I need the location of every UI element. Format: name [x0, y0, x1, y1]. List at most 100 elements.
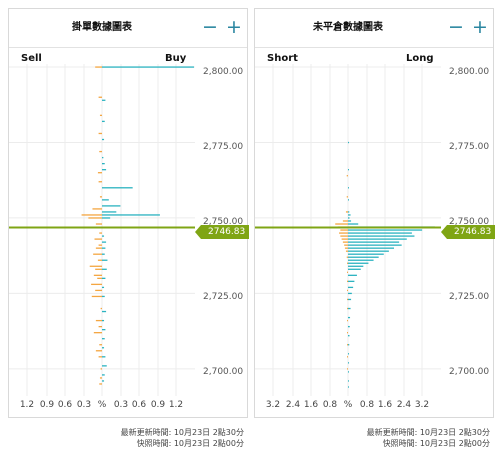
bar-right: [102, 310, 107, 313]
bar-left: [98, 132, 102, 135]
bar-left: [342, 241, 348, 243]
bar-left: [99, 232, 102, 234]
bar-right: [102, 235, 105, 237]
bar-right: [348, 217, 350, 219]
bar-left: [344, 247, 348, 249]
x-tick-label: 3.2: [414, 400, 430, 410]
bar-right: [348, 247, 394, 249]
bar-right: [102, 205, 121, 207]
bar-left: [95, 268, 102, 270]
last-update-time: 最新更新時間: 10月23日 2點30分: [120, 428, 244, 437]
positions-panel-header: 未平倉數據圖表 − +: [255, 9, 493, 48]
bar-left: [345, 211, 348, 213]
bar-left: [347, 332, 348, 334]
bar-right: [102, 187, 133, 189]
zoom-out-button[interactable]: −: [199, 17, 221, 39]
bar-right: [102, 214, 160, 216]
bar-right: [102, 374, 105, 376]
bar-left: [98, 96, 102, 98]
y-tick-label: 2,700.00: [203, 367, 244, 377]
bar-right: [348, 211, 350, 213]
x-tick-label: 1.2: [168, 400, 184, 410]
x-tick-label: %: [97, 400, 107, 410]
bar-left: [95, 66, 102, 68]
bar-left: [347, 262, 348, 264]
bar-right: [348, 256, 379, 258]
bar-right: [348, 250, 389, 252]
zoom-in-button[interactable]: +: [223, 17, 245, 39]
bar-right: [348, 371, 349, 373]
bar-right: [102, 259, 108, 261]
bar-left: [340, 235, 348, 237]
bar-left: [99, 344, 102, 346]
current-price-tag: 2746.83: [194, 225, 250, 239]
bar-right: [348, 229, 423, 231]
bar-left: [347, 298, 348, 301]
bar-right: [102, 356, 106, 358]
y-tick-label: 2,800.00: [449, 67, 490, 77]
bar-left: [91, 295, 102, 298]
bar-left: [100, 368, 102, 370]
bar-left: [98, 244, 102, 246]
long-label: Long: [406, 53, 434, 64]
bar-left: [335, 223, 348, 225]
bar-left: [99, 196, 102, 198]
y-tick-label: 2,700.00: [449, 367, 490, 377]
orders-panel-title: 掛單數據圖表: [72, 22, 132, 33]
bar-left: [346, 196, 348, 198]
bar-right: [348, 262, 369, 264]
bar-right: [348, 362, 350, 364]
bar-left: [347, 280, 348, 283]
bar-left: [88, 217, 102, 219]
positions-chart-panel: 未平倉數據圖表 − + Short Long 3.2 2.4 1.6 0.8 %…: [254, 8, 496, 418]
bar-right: [348, 214, 351, 216]
y-tick-label: 2,775.00: [449, 142, 490, 152]
bar-right: [102, 253, 105, 255]
bar-right: [348, 141, 349, 144]
bar-right: [102, 319, 105, 322]
bar-right: [348, 220, 352, 222]
bar-left: [95, 289, 102, 292]
bar-left: [346, 175, 348, 177]
orders-plot: [9, 64, 195, 396]
bar-right: [102, 241, 107, 243]
x-tick-label: 0.3: [113, 400, 129, 410]
bar-left: [347, 307, 348, 310]
bar-left: [98, 325, 102, 328]
bar-right: [348, 335, 350, 337]
y-tick-label: 2,725.00: [449, 292, 490, 302]
bar-right: [102, 120, 105, 123]
buy-label: Buy: [165, 53, 187, 64]
orders-panel-header: 掛單數據圖表 − +: [9, 9, 247, 48]
bar-right: [102, 217, 111, 219]
bar-right: [102, 347, 105, 349]
bar-right: [102, 286, 105, 289]
bar-left: [95, 319, 102, 322]
bar-right: [348, 199, 349, 201]
x-tick-label: 1.2: [19, 400, 35, 410]
bar-right: [348, 380, 349, 382]
bar-right: [348, 169, 349, 171]
bar-left: [99, 150, 102, 153]
bar-right: [348, 386, 350, 388]
bar-right: [348, 325, 350, 328]
bar-right: [102, 338, 105, 340]
zoom-in-button[interactable]: +: [469, 17, 491, 39]
bar-right: [348, 268, 361, 270]
bar-left: [97, 172, 102, 174]
bar-right: [348, 235, 415, 237]
zoom-out-button[interactable]: −: [445, 17, 467, 39]
bar-left: [97, 277, 102, 279]
bar-left: [95, 223, 102, 225]
x-tick-label: %: [343, 400, 353, 410]
y-tick-label: 2,800.00: [203, 67, 244, 77]
bar-right: [348, 344, 350, 346]
bar-right: [348, 316, 351, 319]
bar-left: [97, 259, 102, 261]
bar-left: [81, 214, 102, 216]
bar-left: [347, 319, 348, 322]
x-tick-label: 0.8: [322, 400, 338, 410]
bar-left: [93, 253, 102, 255]
orders-chart-panel: 掛單數據圖表 − + Sell Buy 1.2 0.9 0.6 0.3 % 0.…: [8, 8, 250, 418]
bar-right: [102, 247, 106, 249]
